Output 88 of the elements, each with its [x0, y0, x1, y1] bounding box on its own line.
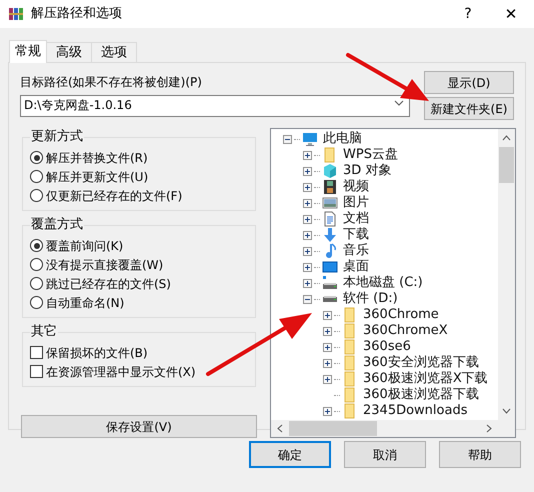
radio-label[interactable]: 解压并更新文件(U)	[46, 168, 148, 186]
expand-toggle[interactable]	[323, 374, 332, 384]
dialog-button[interactable]: 新建文件夹(E)	[424, 97, 514, 120]
path-field[interactable]: D:\夸克网盘-1.0.16	[20, 94, 410, 116]
drive-icon	[322, 275, 338, 291]
radio-label[interactable]: 覆盖前询问(K)	[46, 236, 124, 254]
expand-toggle[interactable]	[303, 246, 312, 256]
checkbox[interactable]	[30, 346, 43, 359]
tree-item[interactable]: 文档	[340, 211, 369, 227]
tree-item[interactable]: 360se6	[360, 339, 411, 355]
radio-label[interactable]: 仅更新已经存在的文件(F)	[46, 186, 182, 204]
expand-toggle[interactable]	[303, 198, 312, 208]
radio-label[interactable]: 没有提示直接覆盖(W)	[46, 256, 164, 274]
down-arrow-icon	[322, 227, 338, 243]
radio-button[interactable]	[30, 296, 43, 309]
checkbox[interactable]	[30, 365, 43, 378]
vertical-scrollbar[interactable]	[498, 129, 515, 420]
image-icon	[322, 195, 338, 211]
tree-item[interactable]: 软件 (D:)	[340, 291, 398, 307]
radio-button[interactable]	[30, 258, 43, 271]
tree-item[interactable]: 本地磁盘 (C:)	[340, 275, 423, 291]
window-title: 解压路径和选项	[31, 5, 122, 24]
expand-toggle[interactable]	[303, 262, 312, 272]
monitor-icon	[322, 259, 338, 275]
tree-item[interactable]: 音乐	[340, 243, 369, 259]
scroll-right-icon[interactable]	[486, 424, 492, 433]
tree-item[interactable]: 360Chrome	[360, 307, 439, 323]
tab[interactable]: 常规	[9, 40, 47, 63]
scroll-thumb[interactable]	[289, 421, 377, 436]
expand-toggle[interactable]	[303, 230, 312, 240]
tab[interactable]: 选项	[91, 42, 137, 62]
tree-item[interactable]: 视频	[340, 179, 369, 195]
radio-button[interactable]	[30, 277, 43, 290]
expand-toggle[interactable]	[323, 406, 332, 416]
expand-toggle[interactable]	[303, 182, 312, 192]
group-title: 覆盖方式	[30, 217, 84, 233]
group-title: 其它	[30, 324, 58, 340]
expand-toggle[interactable]	[303, 166, 312, 176]
document-icon	[322, 211, 338, 227]
app-icon	[8, 6, 24, 22]
scroll-thumb[interactable]	[499, 147, 514, 183]
dialog-button[interactable]: 帮助	[439, 441, 521, 468]
scroll-left-icon[interactable]	[277, 424, 283, 433]
tree-item[interactable]: 下载	[340, 227, 369, 243]
expand-toggle[interactable]	[323, 310, 332, 320]
tree-item[interactable]: 图片	[340, 195, 369, 211]
group-title: 更新方式	[30, 129, 84, 145]
radio-button[interactable]	[30, 239, 43, 252]
expand-toggle[interactable]	[323, 358, 332, 368]
radio-button[interactable]	[30, 189, 43, 202]
tree-item[interactable]: 3D 对象	[340, 163, 392, 179]
tree-item[interactable]: 2345Downloads	[360, 403, 468, 419]
drive-icon	[322, 296, 338, 302]
dialog-button[interactable]: 显示(D)	[424, 71, 514, 94]
film-icon	[322, 179, 338, 195]
dialog-button[interactable]: 确定	[249, 441, 331, 468]
expand-toggle[interactable]	[303, 278, 312, 288]
tree-item[interactable]: 此电脑	[320, 131, 362, 147]
tree-item[interactable]: 360极速浏览器X下载	[360, 371, 488, 387]
expand-toggle[interactable]	[323, 326, 332, 336]
tree-item[interactable]: WPS云盘	[340, 147, 398, 163]
radio-button[interactable]	[30, 170, 43, 183]
collapse-toggle[interactable]	[303, 294, 312, 304]
checkbox-label[interactable]: 在资源管理器中显示文件(X)	[46, 362, 196, 380]
close-button[interactable]: ✕	[488, 0, 534, 28]
radio-label[interactable]: 自动重命名(N)	[46, 294, 124, 312]
tree-item[interactable]: 360ChromeX	[360, 323, 448, 339]
cube-icon	[322, 163, 338, 179]
dialog-button[interactable]: 取消	[344, 441, 426, 468]
tree-item[interactable]: 桌面	[340, 259, 369, 275]
radio-button[interactable]	[30, 151, 43, 164]
expand-toggle[interactable]	[323, 342, 332, 352]
help-button[interactable]: ?	[448, 0, 488, 28]
tree-item[interactable]: 360安全浏览器下载	[360, 355, 479, 371]
horizontal-scrollbar[interactable]	[271, 420, 515, 437]
chevron-down-icon[interactable]	[394, 100, 404, 106]
computer-icon	[302, 131, 318, 147]
tree-item[interactable]: 360极速浏览器下载	[360, 387, 479, 403]
scroll-down-icon[interactable]	[502, 408, 511, 414]
expand-toggle[interactable]	[303, 150, 312, 160]
expand-toggle[interactable]	[303, 214, 312, 224]
field-label: 目标路径(如果不存在将被创建)(P)	[20, 74, 203, 90]
save-settings-button[interactable]: 保存设置(V)	[21, 415, 257, 438]
scroll-up-icon[interactable]	[502, 135, 511, 141]
radio-label[interactable]: 跳过已经存在的文件(S)	[46, 274, 171, 292]
radio-label[interactable]: 解压并替换文件(R)	[46, 148, 148, 166]
collapse-toggle[interactable]	[283, 134, 292, 144]
checkbox-label[interactable]: 保留损坏的文件(B)	[46, 344, 148, 362]
